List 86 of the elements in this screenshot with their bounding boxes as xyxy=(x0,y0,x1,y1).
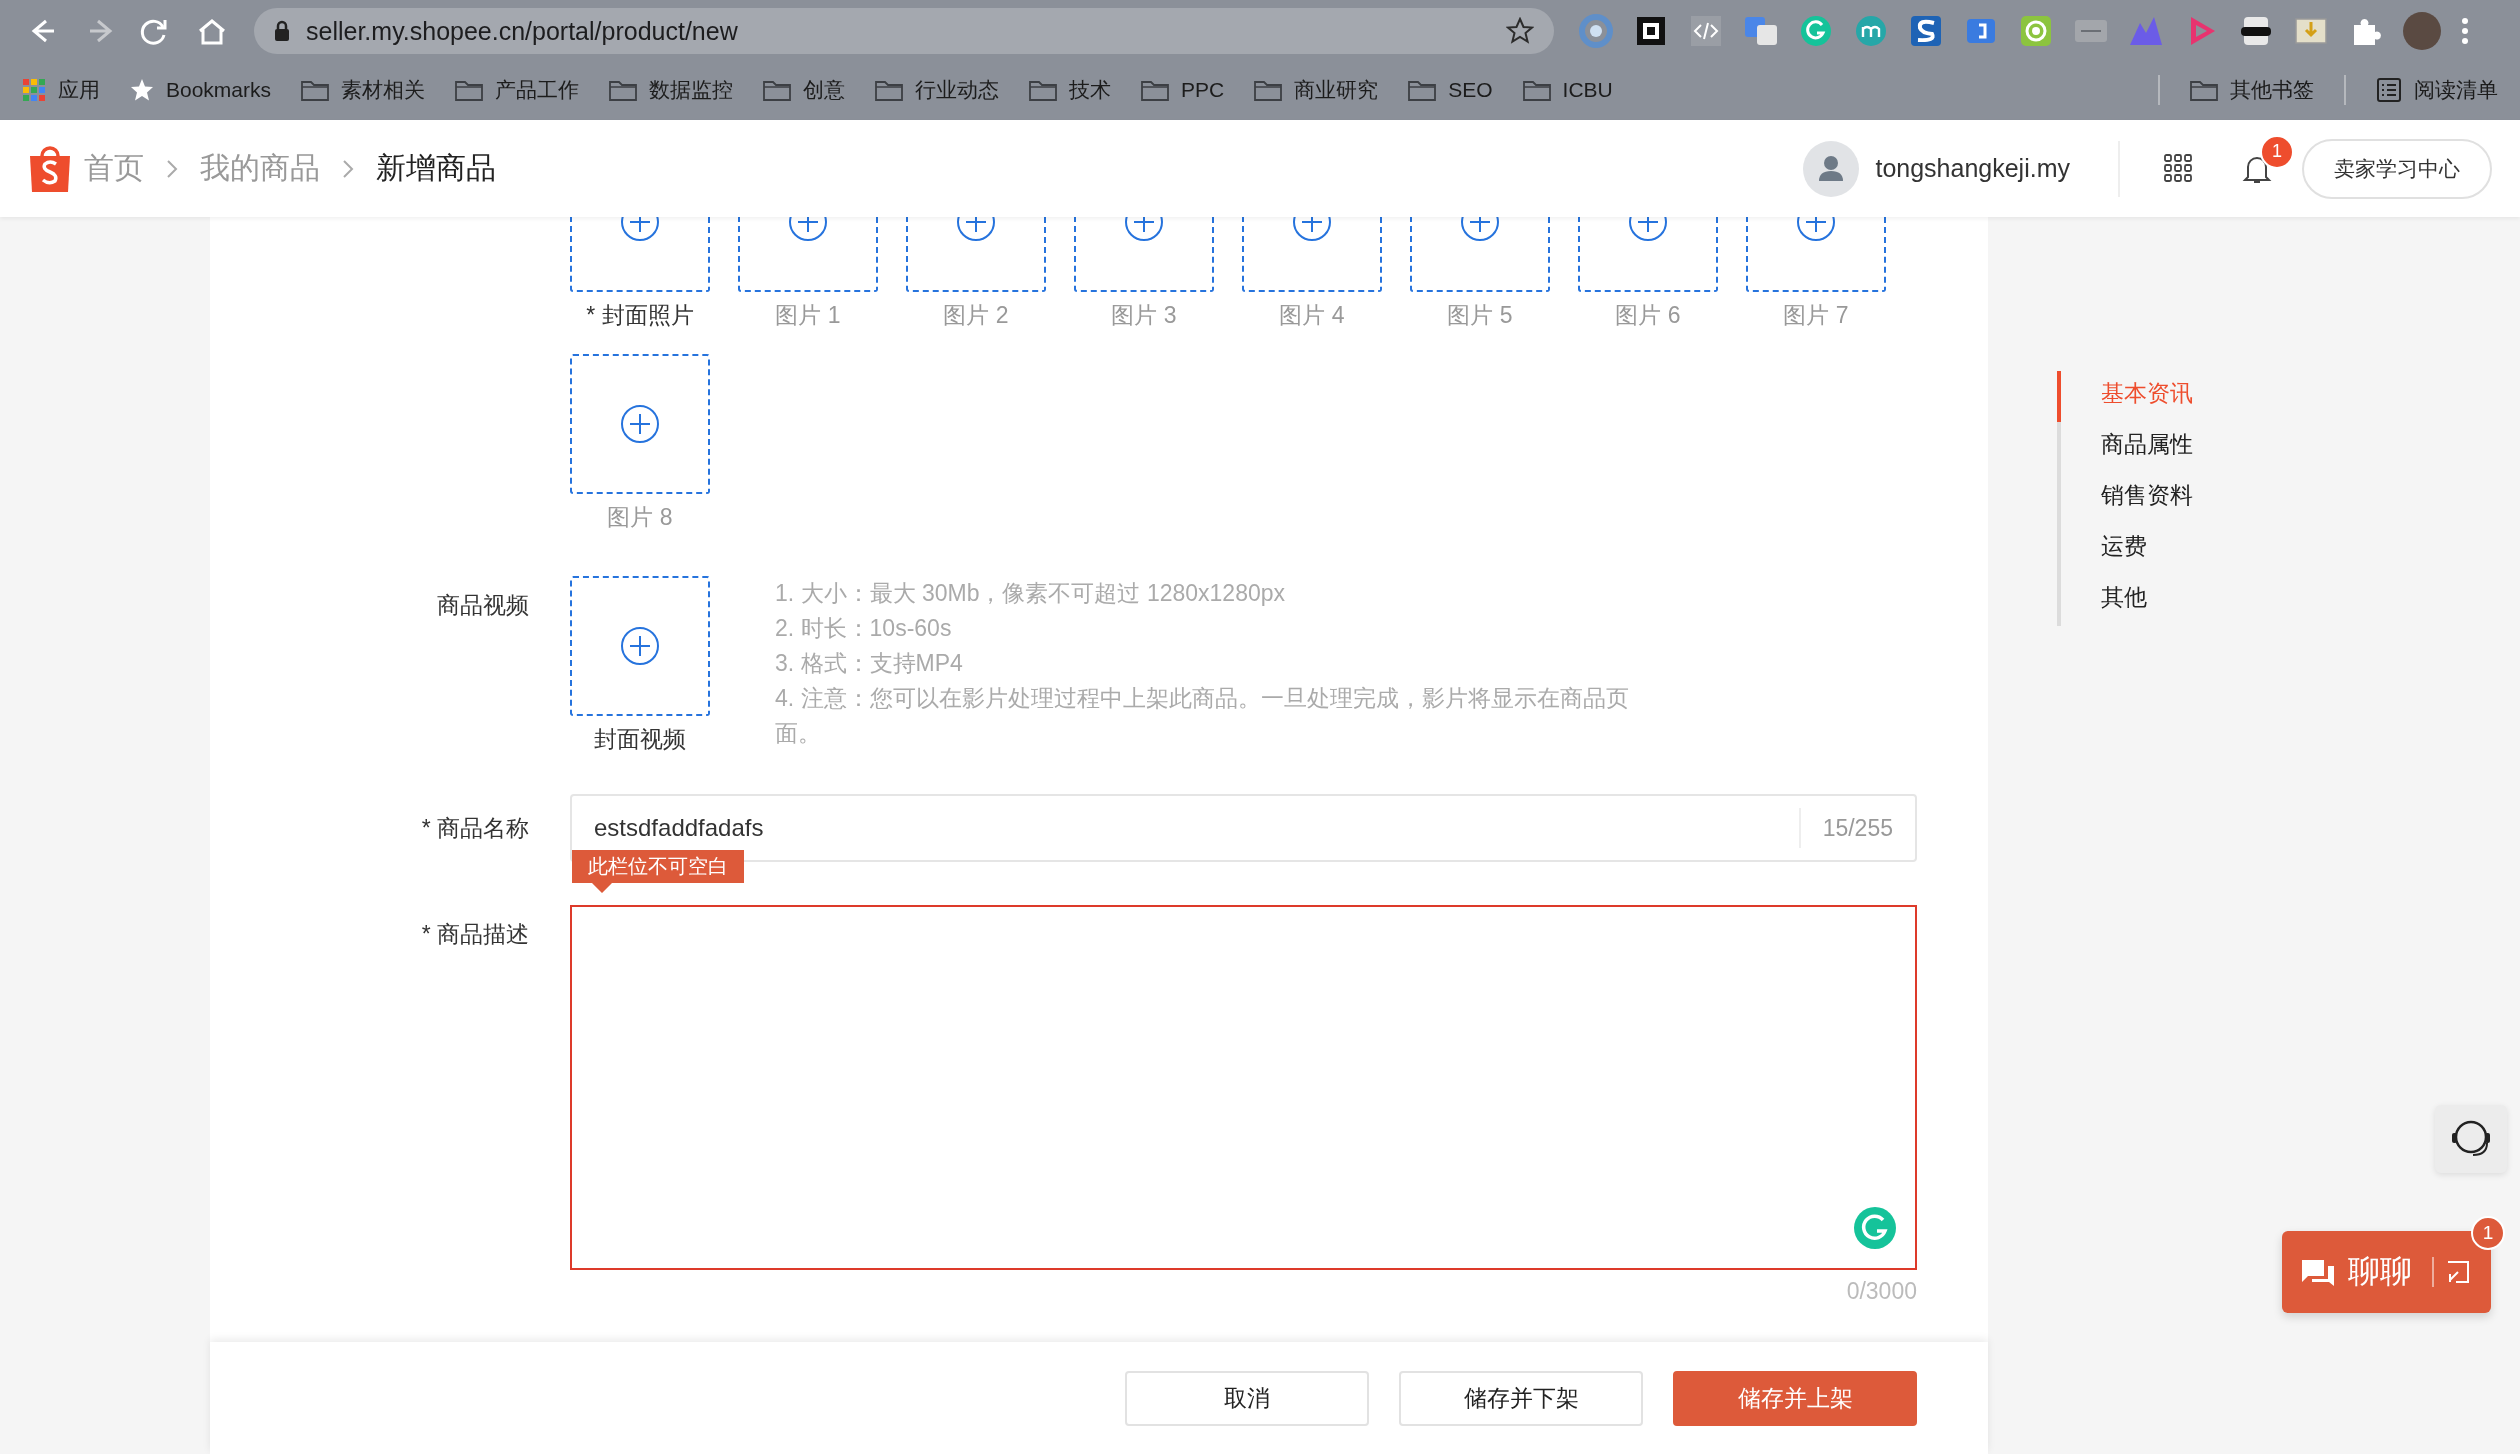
image-slot-label: * 封面照片 xyxy=(586,301,694,330)
address-bar[interactable]: seller.my.shopee.cn/portal/product/new xyxy=(254,8,1554,54)
section-nav-item[interactable]: 销售资料 xyxy=(2057,473,2193,524)
user-avatar-icon[interactable] xyxy=(1803,140,1860,197)
action-button[interactable]: 取消 xyxy=(1125,1370,1369,1426)
image-slot-label: 图片 5 xyxy=(1447,301,1513,330)
grid-icon[interactable] xyxy=(2164,153,2194,184)
chevron-right-icon xyxy=(166,158,178,179)
bookmark[interactable]: 应用 xyxy=(22,76,100,104)
bookmark[interactable]: 其他书签 xyxy=(2190,76,2314,104)
folder-icon xyxy=(763,78,792,102)
bookmark[interactable]: 素材相关 xyxy=(301,76,426,104)
shopping-bag-logo-icon[interactable] xyxy=(28,143,72,194)
list-icon xyxy=(2376,77,2402,103)
bookmark[interactable]: 商业研究 xyxy=(1254,76,1379,104)
star-icon[interactable] xyxy=(1506,17,1534,45)
chat-badge: 1 xyxy=(2471,1216,2505,1250)
video-requirement-note: 3. 格式：支持MP4 xyxy=(775,649,964,678)
bookmark[interactable]: 产品工作 xyxy=(455,76,580,104)
bookmark[interactable]: 行业动态 xyxy=(875,76,1000,104)
breadcrumb-link[interactable]: 我的商品 xyxy=(200,148,320,189)
section-nav-item[interactable]: 其他 xyxy=(2057,575,2193,626)
customer-service-button[interactable] xyxy=(2435,1105,2507,1173)
bookmark[interactable]: PPC xyxy=(1141,78,1225,102)
folder-icon xyxy=(1522,78,1551,102)
chevron-right-icon xyxy=(342,158,354,179)
grammar-assistant-icon[interactable] xyxy=(1853,1206,1897,1250)
section-nav-item[interactable]: 运费 xyxy=(2057,524,2193,575)
image-upload-slot[interactable] xyxy=(570,354,710,494)
section-nav-item[interactable]: 商品属性 xyxy=(2057,422,2193,473)
circle-icon[interactable] xyxy=(1798,13,1834,49)
video-requirement-note: 4. 注意：您可以在影片处理过程中上架此商品。一旦处理完成，影片将显示在商品页面。 xyxy=(775,684,1630,748)
field-label: * 商品描述 xyxy=(420,920,530,949)
folder-icon xyxy=(609,78,638,102)
expand-icon xyxy=(2446,1260,2470,1284)
bookmark[interactable]: Bookmarks xyxy=(130,78,272,102)
swirl-icon[interactable] xyxy=(1578,13,1614,49)
more-icon[interactable] xyxy=(2460,16,2470,46)
image-slot-label: 图片 3 xyxy=(1111,301,1177,330)
image-slot-label: 图片 6 xyxy=(1615,301,1681,330)
field-label: * 商品名称 xyxy=(420,813,530,843)
bookmark[interactable]: 创意 xyxy=(763,76,846,104)
video-slot-label: 封面视频 xyxy=(594,725,686,754)
image-slot-label: 图片 8 xyxy=(607,503,673,532)
video-requirement-note: 2. 时长：10s-60s xyxy=(775,614,953,643)
plus-circle-icon xyxy=(620,626,660,666)
folder-icon xyxy=(301,78,330,102)
image-slot-label: 图片 1 xyxy=(775,301,841,330)
character-counter: 0/3000 xyxy=(1845,1278,1917,1305)
bookmark[interactable]: 数据监控 xyxy=(609,76,734,104)
publish-button[interactable]: 储存并上架 xyxy=(1673,1370,1917,1426)
folder-icon xyxy=(2190,78,2218,102)
code-icon[interactable] xyxy=(1688,13,1724,49)
field-label: 商品视频 xyxy=(436,591,530,620)
image-slot-label: 图片 4 xyxy=(1279,301,1345,330)
folder-icon xyxy=(1141,78,1170,102)
video-requirement-note: 1. 大小：最大 30Mb，像素不可超过 1280x1280px xyxy=(775,579,1286,608)
star-icon xyxy=(130,78,154,102)
bookmark[interactable]: 技术 xyxy=(1029,76,1112,104)
avatar-icon[interactable] xyxy=(2403,12,2441,50)
apps-grid-icon xyxy=(22,78,46,102)
description-field[interactable] xyxy=(570,905,1917,1270)
folder-icon xyxy=(455,78,484,102)
folder-icon xyxy=(875,78,904,102)
wave-icon[interactable] xyxy=(1908,13,1944,49)
reading-list-button[interactable]: 阅读清单 xyxy=(2376,76,2498,104)
image-slot-label: 图片 2 xyxy=(943,301,1009,330)
section-nav-item[interactable]: 基本资讯 xyxy=(2057,371,2193,422)
user-name[interactable]: tongshangkeji.my xyxy=(1875,154,2070,183)
error-tooltip: 此栏位不可空白 xyxy=(572,850,744,893)
circle-icon[interactable] xyxy=(1853,13,1889,49)
folder-icon xyxy=(1254,78,1283,102)
folder-icon xyxy=(1029,78,1058,102)
notification-badge: 1 xyxy=(2260,134,2294,169)
ring-icon[interactable] xyxy=(2018,13,2054,49)
learning-center-button[interactable]: 卖家学习中心 xyxy=(2302,138,2492,199)
video-upload-slot[interactable] xyxy=(570,576,710,716)
bookmark[interactable]: SEO xyxy=(1408,78,1493,102)
image-slot-label: 图片 7 xyxy=(1783,301,1849,330)
breadcrumb-link[interactable]: 首页 xyxy=(84,148,144,189)
action-button[interactable]: 储存并下架 xyxy=(1399,1370,1643,1426)
bookmark[interactable]: ICBU xyxy=(1522,78,1613,102)
lock-icon xyxy=(274,20,290,42)
character-counter: 15/255 xyxy=(1798,808,1915,848)
folder-icon xyxy=(1408,78,1437,102)
plus-circle-icon xyxy=(620,404,660,444)
